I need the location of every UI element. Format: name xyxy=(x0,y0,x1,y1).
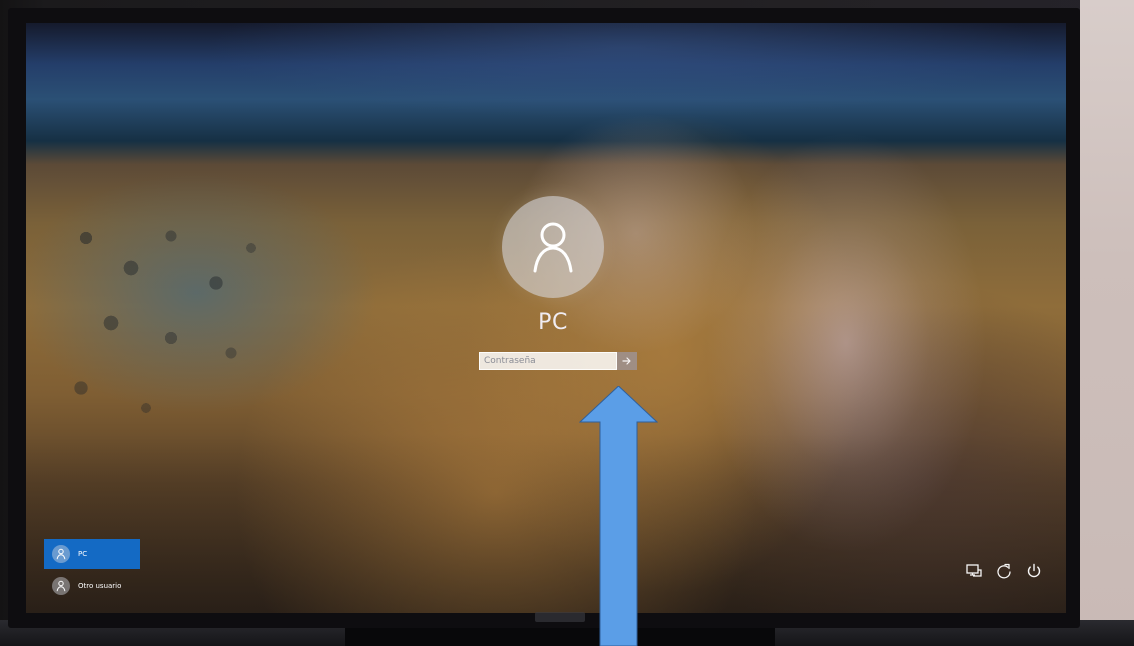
password-input[interactable] xyxy=(479,352,617,370)
monitor-stand xyxy=(345,628,775,646)
login-screen: PC Contraseña PC Otro usuario xyxy=(26,23,1066,613)
user-icon xyxy=(533,222,573,273)
user-name: PC xyxy=(538,310,568,335)
account-item-other-user[interactable]: Otro usuario xyxy=(44,571,140,601)
wall-background xyxy=(1080,0,1134,646)
arrow-right-icon xyxy=(622,357,631,365)
user-avatar xyxy=(502,196,604,298)
system-icons xyxy=(964,561,1044,581)
account-label: PC xyxy=(78,550,88,558)
account-avatar xyxy=(52,577,70,595)
photo-frame: PC Contraseña PC Otro usuario xyxy=(0,0,1134,646)
account-list: PC Otro usuario xyxy=(44,539,144,601)
submit-password-button[interactable] xyxy=(617,352,637,370)
password-row xyxy=(479,352,637,370)
network-icon[interactable] xyxy=(964,561,984,581)
accessibility-icon[interactable] xyxy=(994,561,1014,581)
account-item-pc[interactable]: PC xyxy=(44,539,140,569)
monitor-logo xyxy=(535,612,585,622)
sign-in-panel: PC xyxy=(26,23,1066,613)
user-icon xyxy=(56,548,66,560)
annotation-arrow xyxy=(579,386,658,646)
power-icon[interactable] xyxy=(1024,561,1044,581)
account-label: Otro usuario xyxy=(78,582,122,590)
user-icon xyxy=(56,580,66,592)
account-avatar xyxy=(52,545,70,563)
monitor-bezel: PC Contraseña PC Otro usuario xyxy=(8,8,1080,628)
